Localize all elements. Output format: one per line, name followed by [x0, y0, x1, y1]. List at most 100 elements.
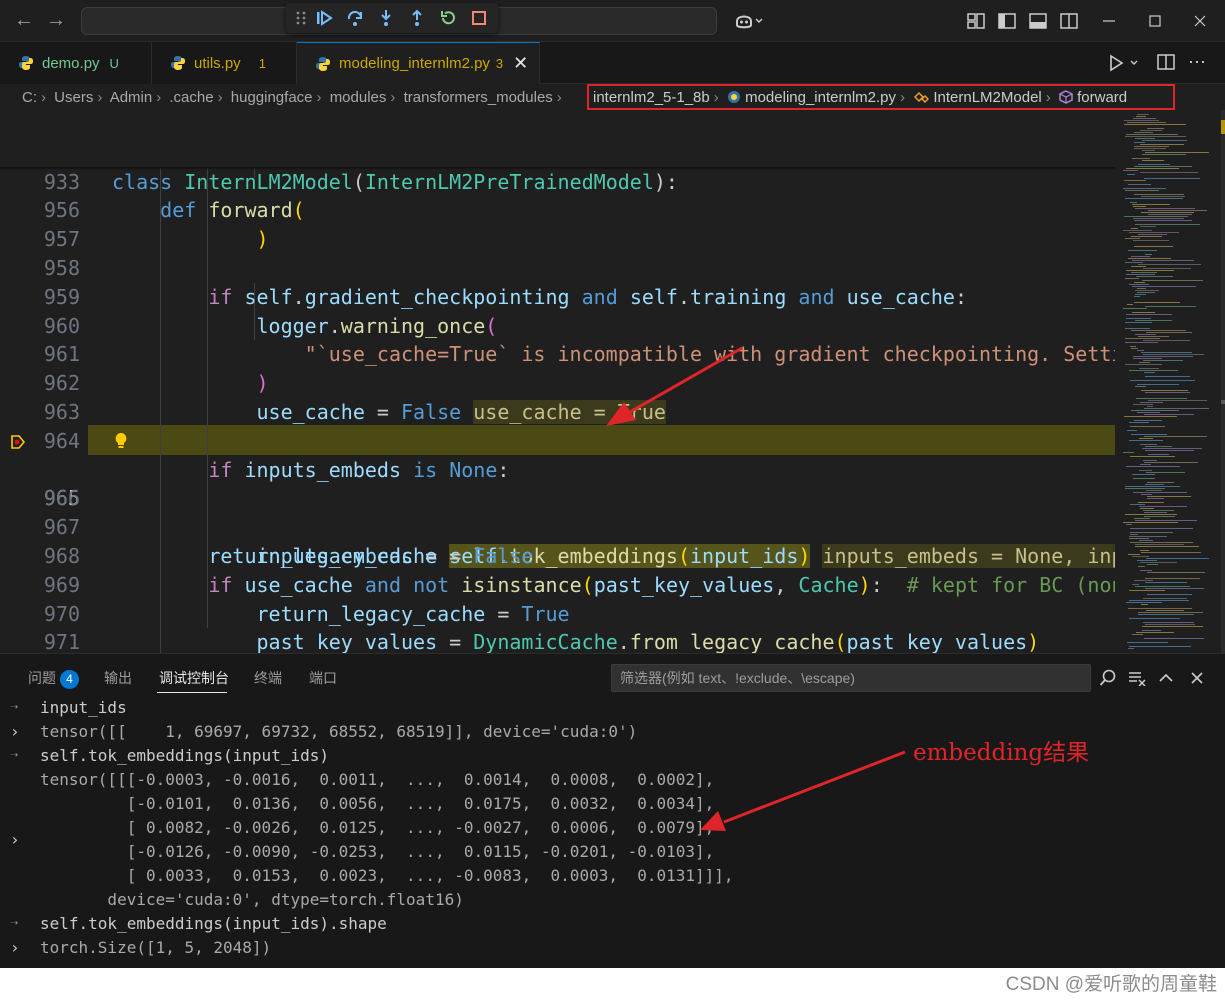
code-line: 899 class InternLM2Model(InternLM2PreTra…	[0, 110, 1115, 194]
code-editor[interactable]: 899 class InternLM2Model(InternLM2PreTra…	[0, 110, 1115, 653]
breadcrumb-segment[interactable]: Users	[54, 89, 93, 106]
debug-stackframe-icon	[11, 434, 26, 449]
console-text: [-0.0126, -0.0090, -0.0253, ..., 0.0115,…	[40, 842, 715, 861]
drag-grip-icon[interactable]	[290, 7, 312, 29]
expand-chevron-icon[interactable]: ›	[10, 828, 20, 852]
code-line: 966	[0, 456, 1115, 510]
annotation-label: embedding结果	[913, 740, 1090, 766]
tab-utils-py[interactable]: utils.py 1	[152, 42, 297, 84]
tab-debug-console[interactable]: 调试控制台	[159, 668, 229, 688]
code-line: 957	[0, 196, 1115, 251]
tab-label: modeling_internlm2.py	[339, 55, 490, 72]
code-line: 959 logger.warning_once(	[0, 254, 1115, 338]
code-line: 963	[0, 369, 1115, 424]
console-text: self.tok_embeddings(input_ids)	[40, 746, 329, 765]
minimize-icon[interactable]	[1098, 10, 1120, 32]
console-text: [ 0.0082, -0.0026, 0.0125, ..., -0.0027,…	[40, 818, 715, 837]
title-bar: ← →	[0, 0, 1225, 42]
code-line: 961 )	[0, 312, 1115, 395]
breadcrumb-path[interactable]: C: › Users › Admin › .cache › huggingface › m…	[22, 89, 566, 106]
debug-toolbar	[286, 3, 498, 33]
breadcrumb-segment[interactable]: .cache	[169, 89, 213, 106]
step-over-icon[interactable]	[344, 7, 366, 29]
code-line: 968 if use_cache and not isinstance(past…	[0, 513, 1115, 597]
console-text: input_ids	[40, 698, 127, 717]
toggle-sidebar-icon[interactable]	[996, 10, 1018, 32]
maximize-icon[interactable]	[1144, 10, 1166, 32]
watermark: CSDN @爱听歌的周童鞋	[1005, 974, 1217, 995]
restart-icon[interactable]	[437, 7, 459, 29]
active-tab-indicator	[157, 692, 227, 693]
split-editor-icon[interactable]	[1157, 54, 1175, 75]
code-line: 972 if cache_position is None:	[0, 628, 1115, 653]
console-text: device='cuda:0', dtype=torch.float16)	[40, 890, 464, 909]
tab-demo-py[interactable]: demo.py U	[0, 42, 152, 84]
code-line: 960 "`use_cache=True` is incompatible wi…	[0, 283, 1115, 367]
arrow-right-icon[interactable]: →	[46, 10, 66, 30]
tab-badge: 3	[495, 56, 504, 71]
copilot-icon[interactable]	[731, 10, 767, 32]
search-icon[interactable]	[1097, 667, 1119, 689]
bottom-panel: 问题 4 输出 调试控制台 终端 端口 筛选器(例如 text、!exclude、…	[0, 653, 1225, 968]
console-text: self.tok_embeddings(input_ids).shape	[40, 914, 387, 933]
tab-badge: 1	[258, 55, 266, 71]
tab-output[interactable]: 输出	[104, 668, 132, 688]
input-arrow-icon: ➝	[10, 916, 19, 932]
console-text: tensor([[ 1, 69697, 69732, 68552, 68519]…	[40, 722, 638, 741]
python-file-icon	[316, 56, 330, 71]
breadcrumb-segment[interactable]: huggingface	[231, 89, 313, 106]
tab-label: demo.py	[42, 54, 100, 72]
close-icon[interactable]	[1189, 10, 1211, 32]
arrow-left-icon[interactable]: ←	[14, 10, 34, 30]
input-arrow-icon: ➝	[10, 700, 19, 716]
breadcrumb-segment[interactable]: Admin	[110, 89, 153, 106]
code-line: 971	[0, 600, 1115, 653]
breadcrumb-segment[interactable]: transformers_modules	[404, 89, 553, 106]
console-text: torch.Size([1, 5, 2048])	[40, 938, 272, 957]
code-line: 967 return_legacy_cache = False	[0, 484, 1115, 568]
clear-console-icon[interactable]	[1126, 667, 1148, 689]
lightbulb-icon[interactable]	[114, 432, 128, 450]
close-tab-icon[interactable]: ✕	[513, 53, 528, 74]
python-file-icon	[19, 56, 33, 70]
tab-problems[interactable]: 问题 4	[28, 668, 79, 689]
tab-ports[interactable]: 端口	[309, 668, 337, 688]
run-python-file-icon[interactable]	[1108, 53, 1140, 78]
console-filter-input[interactable]: 筛选器(例如 text、!exclude、\escape)	[611, 664, 1091, 692]
tab-modeling-internlm2-py[interactable]: modeling_internlm2.py 3 ✕	[297, 42, 540, 84]
python-file-icon	[171, 56, 185, 70]
toggle-secondary-sidebar-icon[interactable]	[1058, 10, 1080, 32]
tab-label: utils.py	[194, 54, 241, 72]
continue-icon[interactable]	[313, 7, 335, 29]
tab-label: 问题	[28, 670, 56, 686]
problems-count-badge: 4	[60, 670, 79, 689]
annotation-highlight-box	[587, 84, 1175, 110]
input-arrow-icon: ➝	[10, 748, 19, 764]
minimap[interactable]	[1115, 110, 1225, 653]
expand-chevron-icon[interactable]: ›	[10, 720, 20, 744]
breadcrumb-segment[interactable]: C:	[22, 89, 37, 106]
expand-chevron-icon[interactable]: ›	[10, 936, 20, 960]
toggle-panel-icon[interactable]	[1027, 10, 1049, 32]
code-line: 962 use_cache = False use_cache = True	[0, 340, 1115, 424]
code-line: 958 if self.gradient_checkpointing and s…	[0, 225, 1115, 309]
console-text: [ 0.0033, 0.0153, 0.0023, ..., -0.0083, …	[40, 866, 734, 885]
tab-terminal[interactable]: 终端	[254, 668, 282, 688]
breadcrumb-segment[interactable]: modules	[330, 89, 387, 106]
image-footer: CSDN @爱听歌的周童鞋	[0, 968, 1225, 1002]
code-line: 956 )	[0, 168, 1115, 251]
code-line: 964 if inputs_embeds is None:	[0, 398, 1115, 482]
maximize-panel-icon[interactable]	[1155, 667, 1177, 689]
code-line: 969 return_legacy_cache = True	[0, 542, 1115, 626]
step-into-icon[interactable]	[375, 7, 397, 29]
tab-badge: U	[109, 55, 119, 71]
code-line: 933 def forward(	[0, 138, 1115, 222]
minimap-preview	[1123, 110, 1225, 653]
console-text: tensor([[[-0.0003, -0.0016, 0.0011, ...,…	[40, 770, 715, 789]
code-line-current: 965 inputs_embeds = self.tok_embeddings(…	[0, 427, 1115, 568]
close-panel-icon[interactable]	[1186, 667, 1208, 689]
step-out-icon[interactable]	[406, 7, 428, 29]
more-actions-icon[interactable]: ⋯	[1188, 52, 1206, 73]
stop-icon[interactable]	[468, 7, 490, 29]
customize-layout-icon[interactable]	[965, 10, 987, 32]
